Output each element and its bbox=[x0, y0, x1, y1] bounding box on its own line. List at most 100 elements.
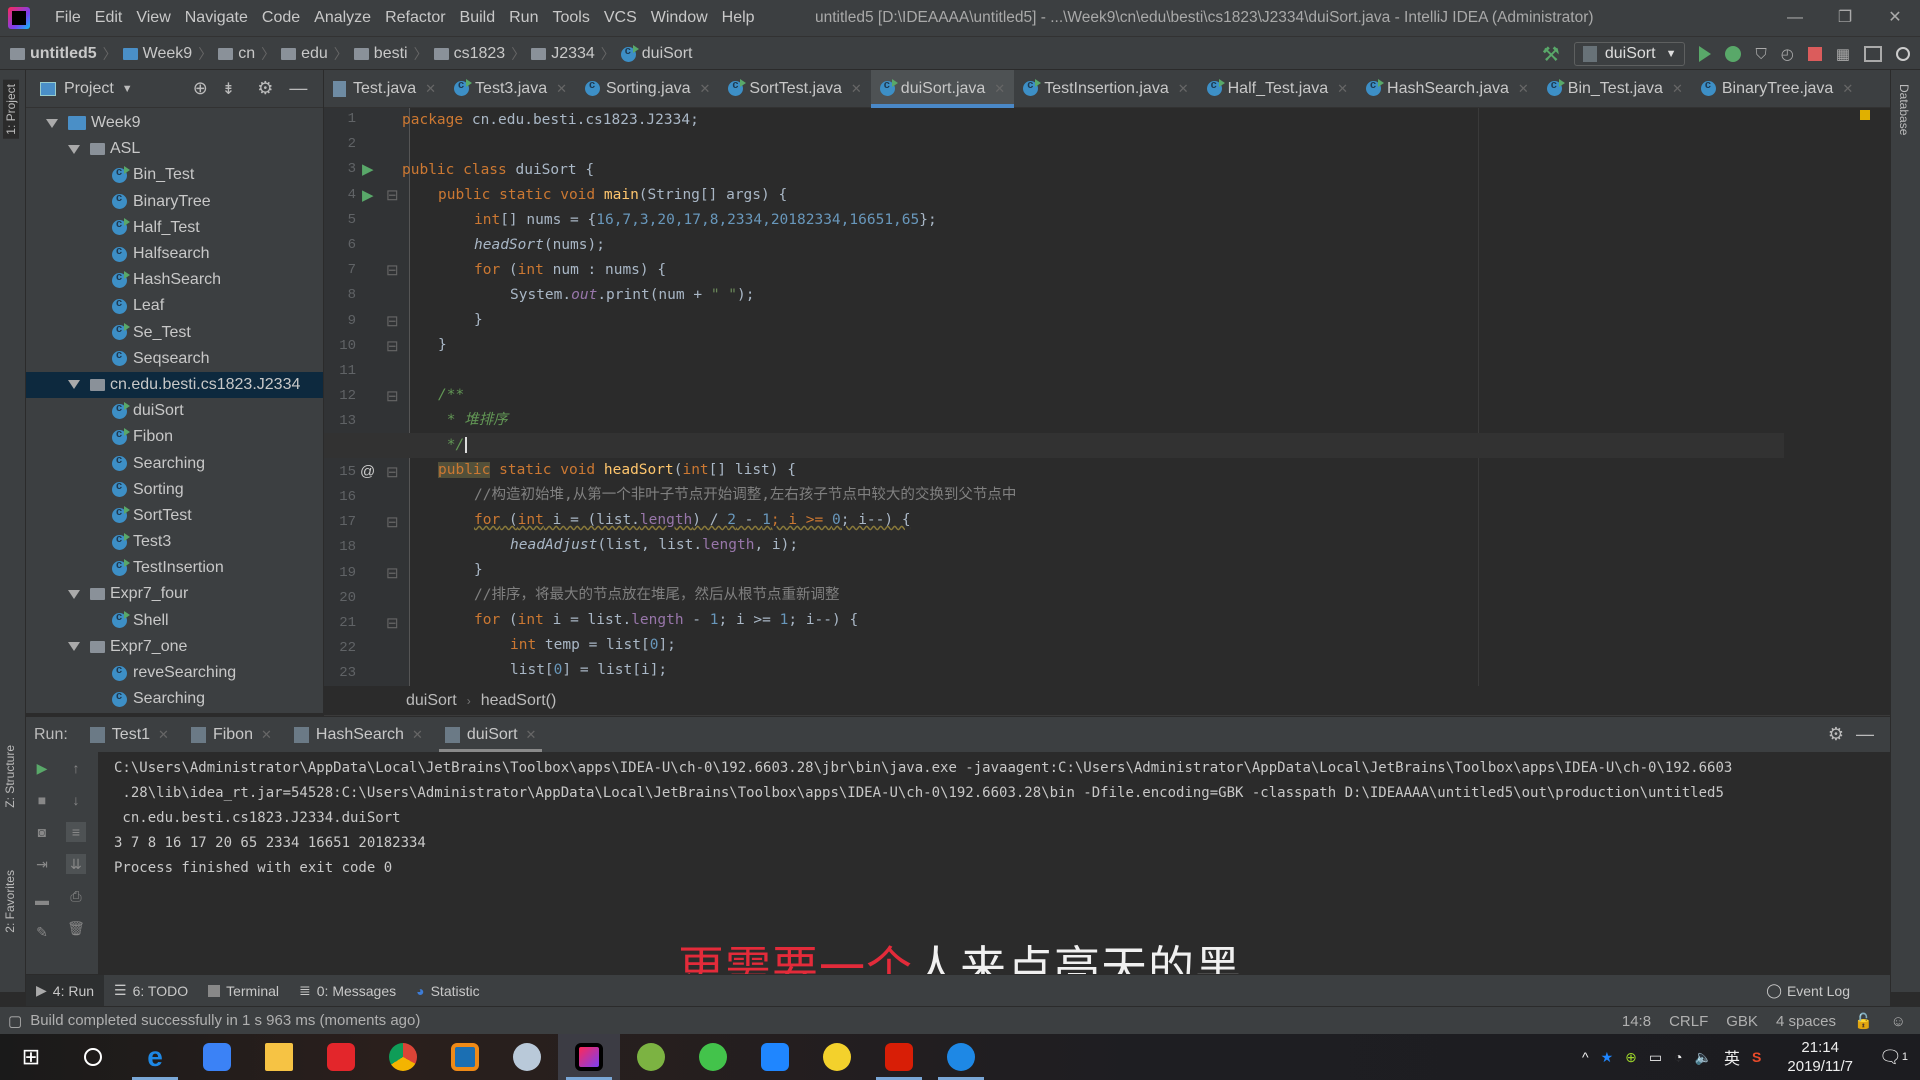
close-tab-icon[interactable]: ✕ bbox=[412, 727, 423, 743]
close-tab-icon[interactable]: ✕ bbox=[851, 81, 862, 97]
tree-node[interactable]: TestInsertion bbox=[26, 555, 323, 581]
taskbar-feishu[interactable] bbox=[186, 1034, 248, 1080]
editor-tab[interactable]: Test.java ✕ bbox=[324, 70, 445, 108]
tool-tab-messages[interactable]: ≣ 0: Messages bbox=[289, 975, 406, 1007]
wifi-icon[interactable]: ◔ bbox=[1674, 1049, 1682, 1065]
close-button[interactable]: ✕ bbox=[1870, 0, 1920, 36]
close-tab-icon[interactable]: ✕ bbox=[556, 81, 567, 97]
lock-icon[interactable]: 🔓 bbox=[1854, 1012, 1873, 1030]
editor-tab[interactable]: HashSearch.java ✕ bbox=[1357, 70, 1538, 108]
taskbar-android-studio[interactable] bbox=[620, 1034, 682, 1080]
locate-icon[interactable]: ⊕ bbox=[193, 78, 208, 99]
menu-file[interactable]: File bbox=[48, 9, 88, 27]
menu-analyze[interactable]: Analyze bbox=[307, 9, 378, 27]
status-message[interactable]: Build completed successfully in 1 s 963 … bbox=[30, 1012, 420, 1029]
tree-node[interactable]: cn.edu.besti.cs1823.J2334 bbox=[26, 371, 323, 399]
expand-arrow-icon[interactable] bbox=[68, 589, 80, 599]
menu-window[interactable]: Window bbox=[644, 9, 715, 27]
rerun-icon[interactable]: ▶ bbox=[32, 758, 52, 778]
restore-button[interactable]: ❐ bbox=[1820, 0, 1870, 36]
print-icon[interactable]: ⎙ bbox=[66, 886, 86, 906]
breadcrumb-item[interactable]: Week9 bbox=[122, 45, 192, 63]
project-structure-icon[interactable]: ▦ bbox=[1836, 45, 1850, 63]
close-tab-icon[interactable]: ✕ bbox=[1842, 81, 1853, 97]
tree-node[interactable]: Expr7_four bbox=[26, 581, 323, 607]
hide-icon[interactable]: — bbox=[289, 78, 307, 99]
status-toggle-icon[interactable]: ▢ bbox=[8, 1012, 22, 1030]
override-gutter-icon[interactable]: @ bbox=[360, 463, 375, 480]
breadcrumb-item[interactable]: J2334 bbox=[531, 45, 595, 63]
fold-icon[interactable]: ⊟ bbox=[386, 186, 399, 204]
taskbar-wechat[interactable] bbox=[682, 1034, 744, 1080]
show-hidden-icons-icon[interactable]: ^ bbox=[1582, 1049, 1589, 1065]
taskbar-phone[interactable] bbox=[930, 1034, 992, 1080]
close-tab-icon[interactable]: ✕ bbox=[1518, 81, 1529, 97]
tree-node[interactable]: Test3 bbox=[26, 529, 323, 555]
profile-icon[interactable]: ◴ bbox=[1781, 45, 1794, 63]
menu-vcs[interactable]: VCS bbox=[597, 9, 644, 27]
menu-code[interactable]: Code bbox=[255, 9, 307, 27]
notification-center-icon[interactable]: 🗨 bbox=[1879, 1047, 1902, 1068]
debug-icon[interactable] bbox=[1725, 46, 1742, 62]
line-separator[interactable]: CRLF bbox=[1669, 1013, 1708, 1030]
tree-node[interactable]: Sorting bbox=[26, 477, 323, 503]
editor-tab[interactable]: BinaryTree.java ✕ bbox=[1692, 70, 1862, 108]
sogou-icon[interactable]: S bbox=[1752, 1049, 1761, 1065]
tool-tab-terminal[interactable]: Terminal bbox=[198, 975, 289, 1007]
menu-refactor[interactable]: Refactor bbox=[378, 9, 452, 27]
tree-node[interactable]: Week9 bbox=[26, 110, 323, 136]
editor-tab[interactable]: TestInsertion.java ✕ bbox=[1014, 70, 1197, 108]
tree-node[interactable]: Se_Test bbox=[26, 320, 323, 346]
breadcrumb-item[interactable]: untitled5 bbox=[10, 45, 97, 63]
inspector-icon[interactable]: ☺ bbox=[1891, 1013, 1906, 1030]
close-tab-icon[interactable]: ✕ bbox=[158, 727, 169, 743]
editor-tab[interactable]: Half_Test.java ✕ bbox=[1198, 70, 1357, 108]
tree-node[interactable]: BinaryTree bbox=[26, 189, 323, 215]
run-gutter-icon[interactable]: ▶ bbox=[362, 160, 374, 178]
tree-node[interactable]: Half_Test bbox=[26, 215, 323, 241]
taskbar-netease-music[interactable] bbox=[868, 1034, 930, 1080]
project-view-select[interactable]: Project bbox=[64, 80, 114, 98]
fold-icon[interactable]: ⊟ bbox=[386, 564, 399, 582]
editor-tab[interactable]: duiSort.java ✕ bbox=[870, 69, 1015, 108]
tree-node[interactable]: reveSearching bbox=[26, 660, 323, 686]
dingtalk-tray-icon[interactable]: ★ bbox=[1601, 1049, 1614, 1066]
search-icon[interactable] bbox=[1896, 47, 1910, 61]
expand-arrow-icon[interactable] bbox=[68, 144, 80, 154]
menu-tools[interactable]: Tools bbox=[545, 9, 596, 27]
close-tab-icon[interactable]: ✕ bbox=[1178, 81, 1189, 97]
taskbar-intellij[interactable] bbox=[558, 1034, 620, 1080]
start-button[interactable]: ⊞ bbox=[0, 1034, 62, 1080]
tree-node[interactable]: Bin_Test bbox=[26, 162, 323, 188]
taskbar-qqmusic[interactable] bbox=[806, 1034, 868, 1080]
fold-icon[interactable]: ⊟ bbox=[386, 463, 399, 481]
layout-icon[interactable]: ▬ bbox=[32, 890, 52, 910]
fold-icon[interactable]: ⊟ bbox=[386, 387, 399, 405]
menu-view[interactable]: View bbox=[129, 9, 177, 27]
expand-arrow-icon[interactable] bbox=[68, 642, 80, 652]
battery-icon[interactable]: ▭ bbox=[1649, 1049, 1662, 1066]
menu-run[interactable]: Run bbox=[502, 9, 545, 27]
tree-node[interactable]: ASL bbox=[26, 136, 323, 162]
gear-icon[interactable]: ⚙ bbox=[1828, 724, 1844, 745]
database-tool-tab[interactable]: Database bbox=[1897, 84, 1911, 135]
indent-setting[interactable]: 4 spaces bbox=[1776, 1013, 1836, 1030]
scroll-down-icon[interactable]: ↓ bbox=[66, 790, 86, 810]
tree-node[interactable]: Halfsearch bbox=[26, 241, 323, 267]
build-hammer-icon[interactable]: ⚒ bbox=[1542, 42, 1560, 67]
tool-tab-statistic[interactable]: ◕ Statistic bbox=[406, 975, 489, 1007]
taskbar-paint[interactable] bbox=[496, 1034, 558, 1080]
menu-help[interactable]: Help bbox=[715, 9, 762, 27]
editor-tab[interactable]: Test3.java ✕ bbox=[445, 70, 576, 108]
menu-navigate[interactable]: Navigate bbox=[178, 9, 255, 27]
run-gutter-icon[interactable]: ▶ bbox=[362, 186, 374, 204]
tree-node[interactable]: Shell bbox=[26, 608, 323, 634]
favorites-tool-tab[interactable]: 2: Favorites bbox=[3, 870, 17, 933]
run-configuration-select[interactable]: duiSort ▼ bbox=[1573, 42, 1686, 66]
code-editor[interactable]: 1234567891011121314151617181920212223▶▶@… bbox=[324, 108, 1890, 686]
close-tab-icon[interactable]: ✕ bbox=[526, 727, 537, 743]
editor-tab[interactable]: SortTest.java ✕ bbox=[719, 70, 870, 108]
hide-icon[interactable]: — bbox=[1856, 724, 1874, 745]
breadcrumb-method[interactable]: headSort() bbox=[481, 692, 557, 710]
tree-node[interactable]: Searching bbox=[26, 450, 323, 476]
